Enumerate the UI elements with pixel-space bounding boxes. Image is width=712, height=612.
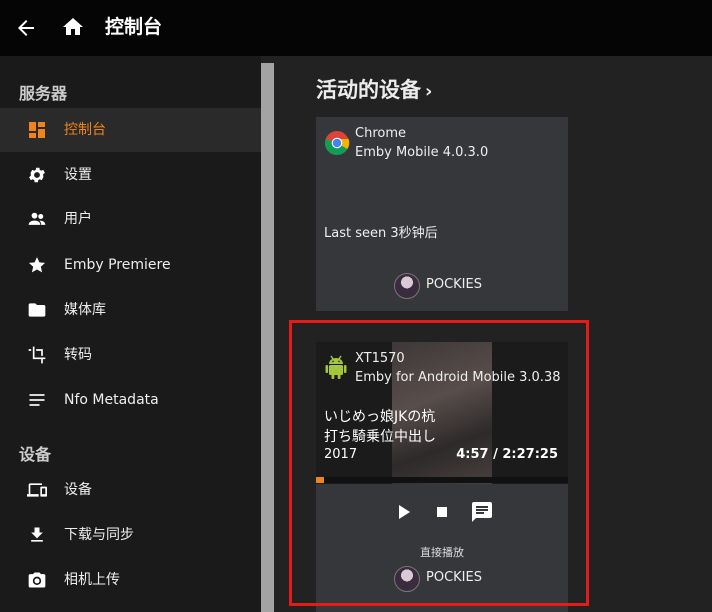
users-icon: [27, 209, 47, 229]
device-name: Chrome: [355, 126, 406, 141]
sidebar-item-label: 下载与同步: [64, 527, 134, 543]
device-card[interactable]: Chrome Emby Mobile 4.0.3.0 Last seen 3秒钟…: [316, 117, 568, 311]
avatar: [394, 273, 420, 299]
sidebar-section-server: 服务器: [19, 84, 68, 103]
active-devices-heading[interactable]: 活动的设备 ›: [316, 74, 432, 104]
sidebar-item-transcode[interactable]: 转码: [0, 333, 261, 377]
devices-icon: [27, 480, 47, 500]
last-seen-text: Last seen 3秒钟后: [324, 226, 438, 241]
sidebar-item-users[interactable]: 用户: [0, 197, 261, 241]
camera-icon: [27, 570, 47, 590]
crop-icon: [27, 345, 47, 365]
lines-icon: [27, 390, 47, 410]
sidebar-item-label: 用户: [64, 211, 92, 227]
sidebar-item-label: 设备: [64, 482, 92, 498]
sidebar-item-label: 相机上传: [64, 572, 120, 588]
sidebar-item-devices[interactable]: 设备: [0, 468, 261, 512]
app-name: Emby Mobile 4.0.3.0: [355, 145, 489, 160]
sidebar-item-label: 转码: [64, 347, 92, 363]
back-arrow-icon[interactable]: [14, 16, 38, 40]
sidebar-item-library[interactable]: 媒体库: [0, 288, 261, 332]
sidebar-item-nfo-metadata[interactable]: Nfo Metadata: [0, 378, 261, 422]
active-devices-title: 活动的设备: [316, 78, 421, 102]
chevron-right-icon: ›: [425, 81, 433, 102]
gear-icon: [27, 165, 47, 185]
folder-icon: [27, 300, 47, 320]
sidebar-item-settings[interactable]: 设置: [0, 153, 261, 197]
sidebar-item-label: 控制台: [64, 122, 106, 138]
chrome-icon: [324, 130, 350, 156]
dashboard-icon: [27, 120, 47, 140]
sidebar-item-emby-premiere[interactable]: Emby Premiere: [0, 243, 261, 287]
app-name: Emby for Android Mobile 3.0.38: [355, 370, 561, 385]
sidebar-item-label: Nfo Metadata: [64, 392, 159, 408]
sidebar-item-dashboard[interactable]: 控制台: [0, 108, 261, 152]
sidebar-scrollbar[interactable]: [261, 63, 274, 612]
user-name: POCKIES: [426, 277, 482, 292]
highlight-box: [289, 320, 589, 606]
top-bar: 控制台: [0, 0, 712, 56]
device-user: POCKIES: [394, 273, 514, 299]
page-title: 控制台: [105, 16, 163, 38]
sidebar-section-devices: 设备: [19, 445, 52, 464]
home-icon[interactable]: [61, 15, 85, 39]
sidebar-item-label: Emby Premiere: [64, 257, 171, 273]
star-icon: [27, 255, 47, 275]
sidebar-item-camera-upload[interactable]: 相机上传: [0, 558, 261, 602]
download-icon: [27, 525, 47, 545]
sidebar-item-label: 设置: [64, 167, 92, 183]
device-name: XT1570: [355, 351, 405, 366]
sidebar-item-label: 媒体库: [64, 302, 106, 318]
sidebar-item-download-sync[interactable]: 下载与同步: [0, 513, 261, 557]
